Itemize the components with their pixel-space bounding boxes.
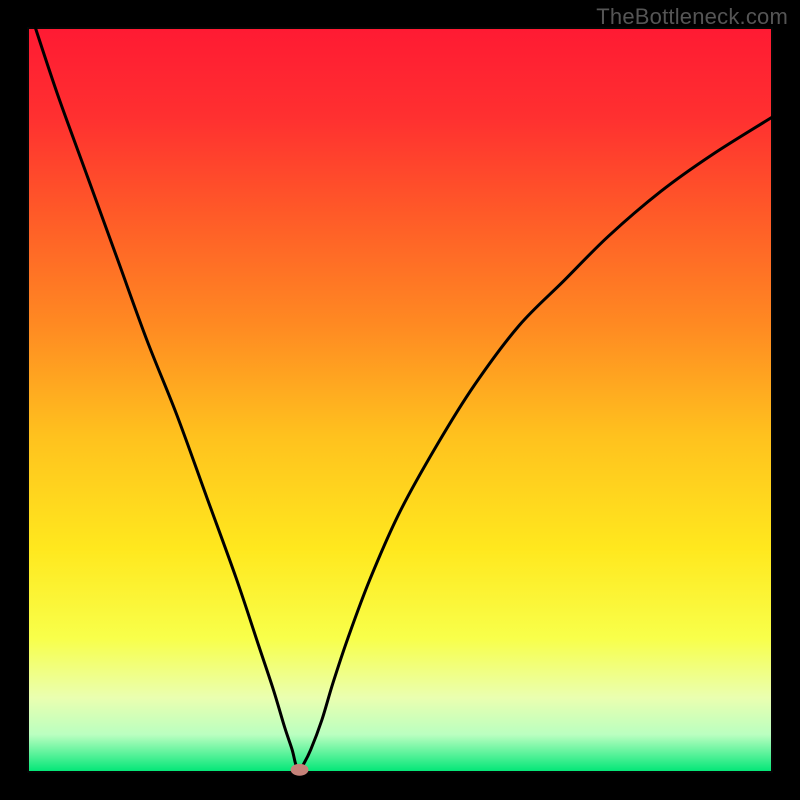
chart-stage: TheBottleneck.com bbox=[0, 0, 800, 800]
plot-background bbox=[28, 28, 772, 772]
minimum-marker bbox=[291, 764, 309, 776]
bottleneck-chart bbox=[0, 0, 800, 800]
